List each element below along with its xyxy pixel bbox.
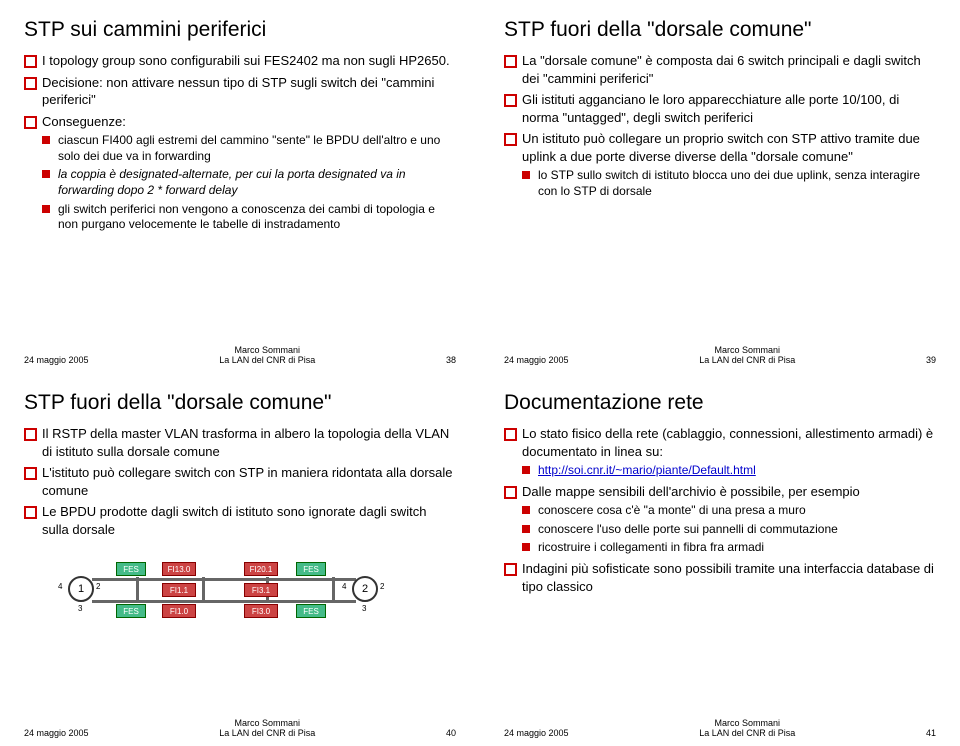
bullet: I topology group sono configurabili sui …	[24, 52, 456, 70]
fi-box: FI3.1	[244, 583, 278, 597]
footer-org: La LAN del CNR di Pisa	[699, 355, 795, 365]
fi-box: FI13.0	[162, 562, 196, 576]
sub-list: ciascun FI400 agli estremi del cammino "…	[42, 133, 456, 233]
slide-41: Documentazione rete Lo stato fisico dell…	[480, 373, 960, 746]
fes-box: FES	[296, 562, 326, 576]
sub-bullet: ricostruire i collegamenti in fibra fra …	[522, 540, 936, 556]
bullet: Lo stato fisico della rete (cablaggio, c…	[504, 425, 936, 479]
sub-list: lo STP sullo switch di istituto blocca u…	[522, 168, 936, 199]
vline	[202, 577, 205, 603]
footer-page: 38	[446, 355, 456, 365]
port-label: 3	[78, 604, 82, 613]
bullet: Le BPDU prodotte dagli switch di istitut…	[24, 503, 456, 538]
bullet: L'istituto può collegare switch con STP …	[24, 464, 456, 499]
fi-box: FI1.1	[162, 583, 196, 597]
footer-date: 24 maggio 2005	[24, 728, 89, 738]
footer-center: Marco Sommani La LAN del CNR di Pisa	[219, 345, 315, 365]
fi-box: FI1.0	[162, 604, 196, 618]
footer-page: 39	[926, 355, 936, 365]
sub-bullet: conoscere l'uso delle porte sui pannelli…	[522, 522, 936, 538]
slide-39: STP fuori della "dorsale comune" La "dor…	[480, 0, 960, 373]
slide-title: STP fuori della "dorsale comune"	[504, 18, 936, 42]
vline	[332, 577, 335, 603]
slide-footer: 24 maggio 2005 Marco Sommani La LAN del …	[24, 339, 456, 365]
footer-org: La LAN del CNR di Pisa	[219, 355, 315, 365]
footer-author: Marco Sommani	[219, 345, 315, 355]
bullet-list: La "dorsale comune" è composta dai 6 swi…	[504, 52, 936, 203]
bullet-list: Lo stato fisico della rete (cablaggio, c…	[504, 425, 936, 599]
bullet: Indagini più sofisticate sono possibili …	[504, 560, 936, 595]
slide-title: Documentazione rete	[504, 391, 936, 415]
port-label: 3	[362, 604, 366, 613]
vline	[136, 577, 139, 603]
port-label: 2	[380, 582, 384, 591]
sub-list: conoscere cosa c'è "a monte" di una pres…	[522, 503, 936, 556]
footer-center: Marco Sommani La LAN del CNR di Pisa	[699, 718, 795, 738]
sub-bullet: gli switch periferici non vengono a cono…	[42, 202, 456, 233]
fes-box: FES	[116, 562, 146, 576]
node-1: 1	[68, 576, 94, 602]
footer-date: 24 maggio 2005	[504, 728, 569, 738]
bullet-text: Un istituto può collegare un proprio swi…	[522, 131, 920, 164]
sub-list: http://soi.cnr.it/~mario/piante/Default.…	[522, 463, 936, 479]
footer-page: 41	[926, 728, 936, 738]
bullet-list: I topology group sono configurabili sui …	[24, 52, 456, 237]
fi-box: FI20.1	[244, 562, 278, 576]
slide-footer: 24 maggio 2005 Marco Sommani La LAN del …	[504, 712, 936, 738]
bus-line-top	[92, 578, 356, 581]
footer-author: Marco Sommani	[699, 718, 795, 728]
fes-box: FES	[296, 604, 326, 618]
bullet: Conseguenze: ciascun FI400 agli estremi …	[24, 113, 456, 233]
port-label: 4	[58, 582, 62, 591]
footer-org: La LAN del CNR di Pisa	[699, 728, 795, 738]
slide-title: STP sui cammini periferici	[24, 18, 456, 42]
sub-bullet: ciascun FI400 agli estremi del cammino "…	[42, 133, 456, 164]
footer-date: 24 maggio 2005	[504, 355, 569, 365]
slide-title: STP fuori della "dorsale comune"	[24, 391, 456, 415]
bullet-text: Conseguenze:	[42, 114, 126, 129]
bullet-list: Il RSTP della master VLAN trasforma in a…	[24, 425, 456, 542]
sub-bullet: http://soi.cnr.it/~mario/piante/Default.…	[522, 463, 936, 479]
footer-center: Marco Sommani La LAN del CNR di Pisa	[219, 718, 315, 738]
doc-link[interactable]: http://soi.cnr.it/~mario/piante/Default.…	[538, 463, 756, 477]
bullet: Un istituto può collegare un proprio swi…	[504, 130, 936, 199]
slide-40: STP fuori della "dorsale comune" Il RSTP…	[0, 373, 480, 746]
port-label: 2	[96, 582, 100, 591]
footer-center: Marco Sommani La LAN del CNR di Pisa	[699, 345, 795, 365]
node-2: 2	[352, 576, 378, 602]
footer-author: Marco Sommani	[699, 345, 795, 355]
bullet: Dalle mappe sensibili dell'archivio è po…	[504, 483, 936, 556]
bullet: La "dorsale comune" è composta dai 6 swi…	[504, 52, 936, 87]
footer-author: Marco Sommani	[219, 718, 315, 728]
sub-bullet: lo STP sullo switch di istituto blocca u…	[522, 168, 936, 199]
slide-footer: 24 maggio 2005 Marco Sommani La LAN del …	[504, 339, 936, 365]
footer-org: La LAN del CNR di Pisa	[219, 728, 315, 738]
bullet-text: Dalle mappe sensibili dell'archivio è po…	[522, 484, 860, 499]
fi-box: FI3.0	[244, 604, 278, 618]
slide-footer: 24 maggio 2005 Marco Sommani La LAN del …	[24, 712, 456, 738]
sub-bullet: la coppia è designated-alternate, per cu…	[42, 167, 456, 198]
fes-box: FES	[116, 604, 146, 618]
footer-page: 40	[446, 728, 456, 738]
footer-date: 24 maggio 2005	[24, 355, 89, 365]
sub-bullet: conoscere cosa c'è "a monte" di una pres…	[522, 503, 936, 519]
bullet: Decisione: non attivare nessun tipo di S…	[24, 74, 456, 109]
bullet-text: Lo stato fisico della rete (cablaggio, c…	[522, 426, 933, 459]
bus-line-bottom	[92, 600, 356, 603]
bullet: Gli istituti agganciano le loro apparecc…	[504, 91, 936, 126]
slide-38: STP sui cammini periferici I topology gr…	[0, 0, 480, 373]
network-diagram: FES FES FES FES FI13.0 FI20.1 FI1.1 FI3.…	[44, 548, 404, 618]
bullet: Il RSTP della master VLAN trasforma in a…	[24, 425, 456, 460]
port-label: 4	[342, 582, 346, 591]
